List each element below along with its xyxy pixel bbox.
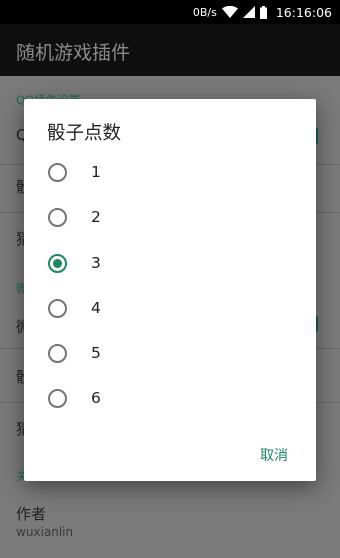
clock: 16:16:06	[275, 4, 332, 20]
app-title: 随机游戏插件	[16, 42, 131, 64]
radio-unchecked-icon[interactable]	[48, 343, 67, 363]
dialog-title: 骰子点数	[47, 123, 122, 144]
option-label: 5	[91, 344, 101, 362]
option-1[interactable]: 1	[24, 150, 316, 194]
option-3[interactable]: 3	[24, 241, 316, 285]
radio-unchecked-icon[interactable]	[48, 162, 67, 182]
option-label: 1	[91, 163, 101, 181]
radio-checked-icon[interactable]	[48, 253, 67, 273]
option-label: 4	[91, 299, 101, 317]
wifi-icon	[221, 6, 238, 18]
radio-unchecked-icon[interactable]	[48, 298, 67, 318]
option-5[interactable]: 5	[24, 331, 316, 375]
option-2[interactable]: 2	[24, 195, 316, 239]
radio-unchecked-icon[interactable]	[48, 388, 67, 408]
author-name: wuxianlin	[16, 525, 74, 539]
option-label: 2	[91, 208, 101, 226]
cancel-button[interactable]: 取消	[260, 445, 288, 465]
radio-unchecked-icon[interactable]	[48, 207, 67, 227]
option-6[interactable]: 6	[24, 376, 316, 420]
option-label: 3	[91, 254, 101, 272]
cell-signal-icon	[242, 6, 255, 18]
option-4[interactable]: 4	[24, 286, 316, 330]
battery-icon	[259, 5, 267, 19]
app-bar: 随机游戏插件	[0, 24, 340, 76]
network-speed: 0B/s	[192, 5, 217, 19]
option-label: 6	[91, 389, 101, 407]
author-title[interactable]: 作者	[16, 503, 46, 524]
dice-points-dialog: 骰子点数 1 2 3 4 5 6 取消	[24, 99, 316, 481]
status-bar: 0B/s 16:16:06	[0, 0, 340, 24]
